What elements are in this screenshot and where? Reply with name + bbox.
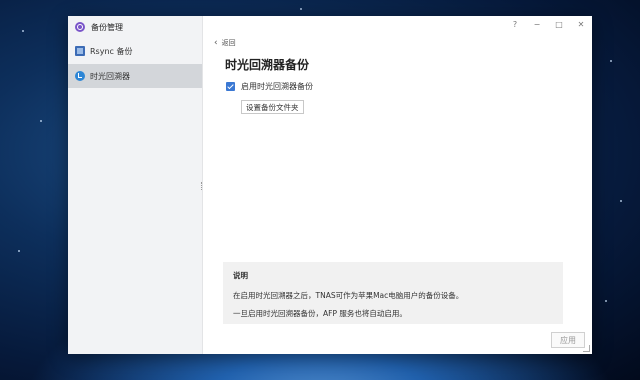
set-backup-folder-button[interactable]: 设置备份文件夹	[241, 100, 304, 114]
sidebar-item-label: Rsync 备份	[90, 46, 133, 56]
note-title: 说明	[233, 271, 248, 280]
back-link[interactable]: ‹ 返回	[214, 38, 236, 48]
note-line: 在启用时光回溯器之后，TNAS可作为苹果Mac电脑用户的备份设备。	[233, 291, 464, 300]
minimize-button[interactable]: −	[526, 20, 548, 29]
help-button[interactable]: ?	[504, 20, 526, 29]
rsync-icon	[75, 46, 85, 56]
star	[40, 120, 42, 122]
apply-button[interactable]: 应用	[551, 332, 585, 348]
star	[300, 8, 302, 10]
info-note: 说明 在启用时光回溯器之后，TNAS可作为苹果Mac电脑用户的备份设备。 一旦启…	[223, 262, 563, 324]
sidebar-item-label: 时光回溯器	[90, 71, 130, 81]
enable-time-machine-checkbox[interactable]: 启用时光回溯器备份	[226, 81, 313, 92]
backup-manager-window: 备份管理 Rsync 备份 时光回溯器 ? − □ ✕ ‹ 返回 时光回溯器备份…	[68, 16, 592, 354]
maximize-button[interactable]: □	[548, 20, 570, 29]
sidebar-item-rsync[interactable]: Rsync 备份	[68, 39, 202, 63]
close-button[interactable]: ✕	[570, 20, 592, 29]
star	[22, 30, 24, 32]
star	[18, 250, 20, 252]
sidebar-item-time-machine[interactable]: 时光回溯器	[68, 64, 202, 88]
checkbox-label: 启用时光回溯器备份	[241, 82, 313, 91]
resize-grip[interactable]	[583, 345, 590, 352]
sidebar: 备份管理 Rsync 备份 时光回溯器	[68, 16, 203, 354]
star	[605, 300, 607, 302]
checkbox-checked-icon[interactable]	[226, 82, 235, 91]
backup-app-icon	[75, 22, 85, 32]
app-title: 备份管理	[91, 22, 123, 32]
star	[620, 200, 622, 202]
app-header: 备份管理	[68, 16, 202, 38]
back-label: 返回	[221, 39, 236, 47]
note-line: 一旦启用时光回溯器备份，AFP 服务也将自动启用。	[233, 309, 407, 318]
star	[610, 60, 612, 62]
time-machine-icon	[75, 71, 85, 81]
chevron-left-icon: ‹	[214, 38, 218, 48]
main-panel: ? − □ ✕ ‹ 返回 时光回溯器备份 启用时光回溯器备份 设置备份文件夹 说…	[203, 16, 592, 354]
window-titlebar: ? − □ ✕	[203, 16, 592, 32]
page-title: 时光回溯器备份	[225, 58, 310, 72]
